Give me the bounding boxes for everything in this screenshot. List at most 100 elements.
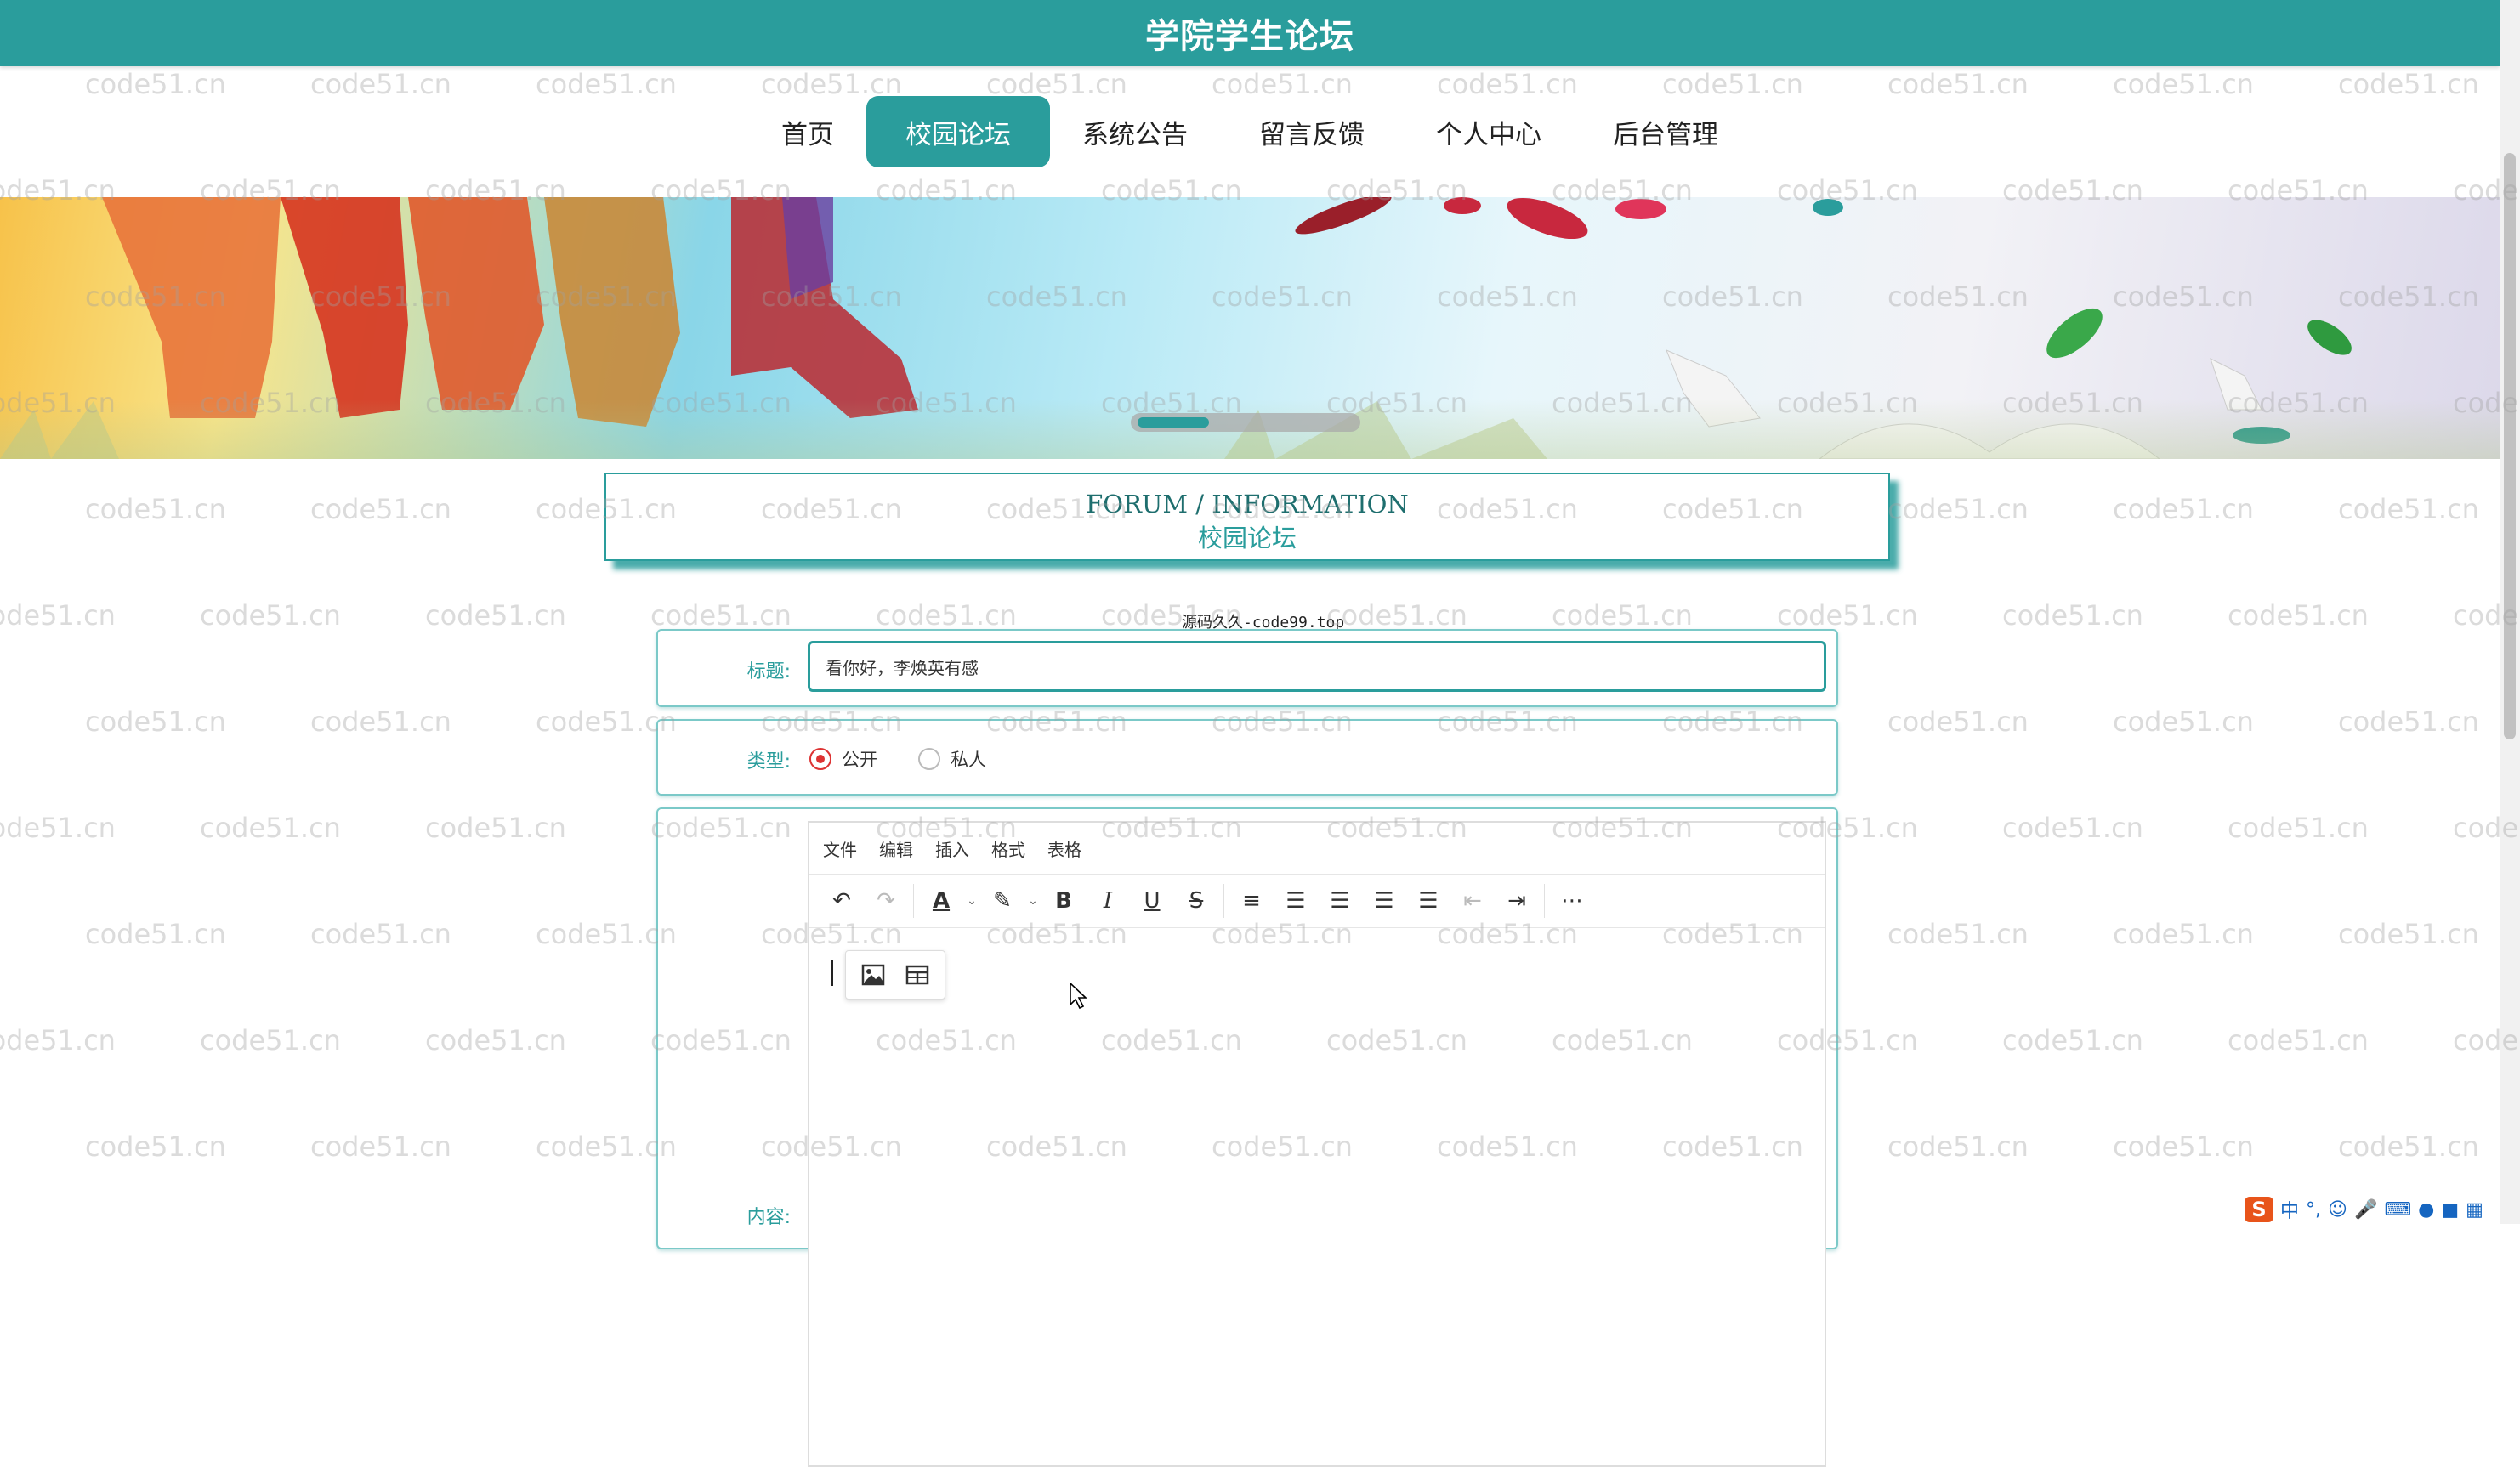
watermark-text: code51.cn <box>425 812 566 844</box>
title-label: 标题: <box>746 661 791 683</box>
watermark-text: code51.cn <box>310 705 451 738</box>
banner-carousel[interactable] <box>0 197 2500 459</box>
watermark-text: code51.cn <box>85 493 226 525</box>
radio-private[interactable]: 私人 <box>918 746 986 772</box>
content-label: 内容: <box>746 1207 791 1228</box>
page-scrollbar[interactable] <box>2500 0 2520 1224</box>
watermark-text: code51.cn <box>1777 599 1918 632</box>
watermark-text: code51.cn <box>1887 1130 2029 1163</box>
watermark-text: code51.cn <box>310 1130 451 1163</box>
underline-icon[interactable]: U <box>1130 881 1174 920</box>
scrollbar-thumb[interactable] <box>2504 153 2516 739</box>
carousel-active-dot[interactable] <box>1138 417 1209 428</box>
menu-file[interactable]: 文件 <box>823 836 857 861</box>
radio-public-circle[interactable] <box>809 748 831 770</box>
radio-public-label: 公开 <box>842 750 877 770</box>
undo-icon[interactable]: ↶ <box>820 881 864 920</box>
title-input[interactable] <box>808 641 1826 692</box>
watermark-text: code51.cn <box>85 918 226 950</box>
microphone-icon[interactable]: 🎤 <box>2354 1199 2377 1221</box>
watermark-text: code51.cn <box>2113 1130 2254 1163</box>
text-color-dropdown-icon[interactable]: ⌄ <box>963 881 980 920</box>
watermark-text: code51.cn <box>0 599 116 632</box>
ime-status-bar[interactable]: S 中 °, ☺ 🎤 ⌨ ● ■ ▦ <box>2245 1195 2500 1224</box>
rich-text-editor[interactable]: 文件 编辑 插入 格式 表格 ↶ ↷ A ⌄ ✎ ⌄ B I U S ≡ ☰ ☰… <box>808 821 1826 1467</box>
menu-format[interactable]: 格式 <box>991 836 1025 861</box>
watermark-text: code51.cn <box>2338 1130 2479 1163</box>
nav-item-announcements[interactable]: 系统公告 <box>1043 96 1227 167</box>
italic-icon[interactable]: I <box>1086 881 1130 920</box>
ime-mode-label[interactable]: 中 <box>2280 1196 2299 1223</box>
editor-toolbar: ↶ ↷ A ⌄ ✎ ⌄ B I U S ≡ ☰ ☰ ☰ ☰ ⇤ ⇥ ⋯ <box>809 875 1825 928</box>
watermark-text: code51.cn <box>1887 918 2029 950</box>
line-height-icon[interactable]: ≡ <box>1229 881 1274 920</box>
watermark-text: code51.cn <box>1887 493 2029 525</box>
watermark-text: code51.cn <box>85 705 226 738</box>
menu-table[interactable]: 表格 <box>1047 836 1081 861</box>
nav-item-admin[interactable]: 后台管理 <box>1574 96 1757 167</box>
watermark-text: code51.cn <box>2228 812 2369 844</box>
main-nav: 首页 校园论坛 系统公告 留言反馈 个人中心 后台管理 <box>0 93 2500 170</box>
watermark-text: code51.cn <box>2002 812 2143 844</box>
radio-private-circle[interactable] <box>918 748 940 770</box>
nav-item-campus-forum[interactable]: 校园论坛 <box>866 96 1050 167</box>
site-title: 学院学生论坛 <box>1145 17 1354 56</box>
section-title-cn: 校园论坛 <box>1197 524 1297 552</box>
watermark-text: code51.cn <box>0 1024 116 1056</box>
site-header: 学院学生论坛 <box>0 0 2500 66</box>
toolbox-icon[interactable]: ▦ <box>2466 1199 2483 1221</box>
quick-insert-toolbar <box>845 950 945 1000</box>
indent-icon[interactable]: ⇥ <box>1495 881 1539 920</box>
highlight-dropdown-icon[interactable]: ⌄ <box>1024 881 1041 920</box>
image-icon[interactable] <box>851 955 895 994</box>
redo-icon[interactable]: ↷ <box>864 881 908 920</box>
radio-public[interactable]: 公开 <box>809 746 877 772</box>
align-right-icon[interactable]: ☰ <box>1362 881 1406 920</box>
watermark-text: code51.cn <box>876 599 1017 632</box>
outdent-icon[interactable]: ⇤ <box>1450 881 1495 920</box>
text-caret <box>831 960 833 986</box>
strikethrough-icon[interactable]: S <box>1174 881 1218 920</box>
nav-item-feedback[interactable]: 留言反馈 <box>1220 96 1404 167</box>
watermark-text: code51.cn <box>1326 599 1467 632</box>
user-icon[interactable]: ● <box>2418 1199 2434 1221</box>
section-title-box: FORUM / INFORMATION 校园论坛 <box>604 473 1890 561</box>
watermark-text: code51.cn <box>2338 705 2479 738</box>
carousel-indicator[interactable] <box>1131 413 1360 432</box>
nav-item-profile[interactable]: 个人中心 <box>1397 96 1581 167</box>
editor-menubar: 文件 编辑 插入 格式 表格 <box>809 823 1825 875</box>
title-form-row: 标题: <box>656 629 1838 707</box>
watermark-text: code51.cn <box>85 1130 226 1163</box>
watermark-text: code51.cn <box>310 918 451 950</box>
nav-item-home[interactable]: 首页 <box>742 96 873 167</box>
punctuation-icon[interactable]: °, <box>2306 1199 2321 1221</box>
watermark-text: code51.cn <box>2113 705 2254 738</box>
align-center-icon[interactable]: ☰ <box>1318 881 1362 920</box>
skin-icon[interactable]: ■ <box>2441 1199 2459 1221</box>
watermark-text: code51.cn <box>2113 918 2254 950</box>
align-justify-icon[interactable]: ☰ <box>1406 881 1450 920</box>
keyboard-icon[interactable]: ⌨ <box>2384 1199 2411 1221</box>
mouse-cursor-icon <box>1070 983 1088 1010</box>
menu-insert[interactable]: 插入 <box>935 836 969 861</box>
emoji-icon[interactable]: ☺ <box>2328 1199 2347 1221</box>
bold-icon[interactable]: B <box>1041 881 1086 920</box>
section-title-en: FORUM / INFORMATION <box>1086 490 1409 518</box>
watermark-text: code51.cn <box>2228 599 2369 632</box>
content-form-row: 内容: 文件 编辑 插入 格式 表格 ↶ ↷ A ⌄ ✎ ⌄ B I U S ≡… <box>656 807 1838 1467</box>
watermark-text: code51.cn <box>2228 1024 2369 1056</box>
watermark-text: code51.cn <box>1552 599 1693 632</box>
watermark-text: code51.cn <box>425 599 566 632</box>
text-color-icon[interactable]: A <box>919 881 963 920</box>
watermark-text: code51.cn <box>2338 493 2479 525</box>
watermark-text: code51.cn <box>2002 599 2143 632</box>
more-icon[interactable]: ⋯ <box>1550 881 1594 920</box>
watermark-text: code51.cn <box>2002 1024 2143 1056</box>
menu-edit[interactable]: 编辑 <box>879 836 913 861</box>
watermark-text: code51.cn <box>200 599 341 632</box>
highlight-icon[interactable]: ✎ <box>980 881 1024 920</box>
watermark-text: code51.cn <box>310 493 451 525</box>
align-left-icon[interactable]: ☰ <box>1274 881 1318 920</box>
table-icon[interactable] <box>895 955 939 994</box>
sogou-logo-icon[interactable]: S <box>2245 1197 2273 1222</box>
